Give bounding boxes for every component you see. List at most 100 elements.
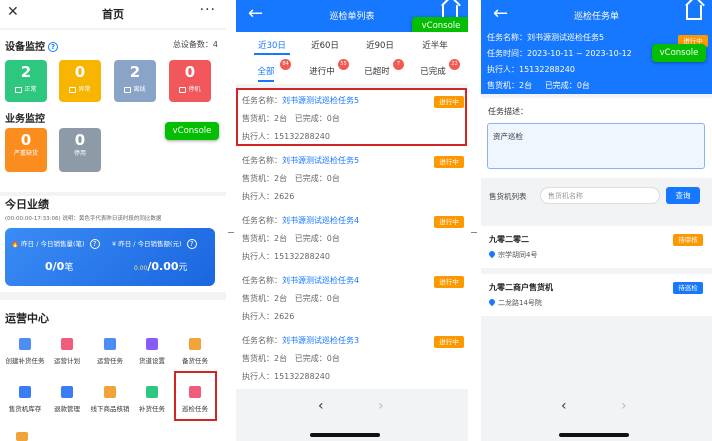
highlight-box [236,88,467,146]
prev-arrow-icon[interactable]: ‹ [561,398,567,414]
create-task-icon [19,338,31,350]
task-name-row: 任务名称：刘书源测试巡检任务5 [487,32,604,43]
prev-arrow-icon[interactable]: ‹ [318,398,324,414]
task-description-section: 任务描述： 资产巡检 [481,98,712,178]
ops-label: 补货任务 [139,405,165,413]
device-monitor-title: 设备监控? [5,38,58,53]
tab-90-days[interactable]: 近90日 [351,39,409,51]
executor-label: 执行人： [242,252,274,261]
vconsole-button[interactable]: vConsole [165,122,219,140]
task-name: 刘书源测试巡检任务3 [282,336,360,345]
ops-channel-setting[interactable]: 货道设置 [131,338,173,365]
tab-all[interactable]: 全部 84 [237,59,295,77]
machines-value: 2台 [274,294,288,303]
tile-abnormal-label: 异常 [78,86,91,93]
machines-label: 售货机： [242,294,274,303]
executor-value: 2626 [274,192,295,201]
ops-task[interactable]: 运营任务 [89,338,131,365]
next-arrow-icon[interactable]: › [621,398,627,414]
more-icon[interactable]: ··· [200,2,216,18]
tile-disabled-label: 停用 [73,150,86,157]
machine-name: 九零二商户售货机 [489,283,553,292]
machine-item[interactable]: 九零二商户售货机 二龙路14号院 待巡检 [481,274,712,316]
ops-label: 线下商品核销 [90,405,130,413]
replenish-icon [146,386,158,398]
ops-replenish-task[interactable]: 补货任务 [131,386,173,413]
search-button[interactable]: 查询 [666,187,700,204]
tab-half-year[interactable]: 近半年 [406,39,464,51]
status-badge: 待巡检 [673,282,703,294]
task-name-label: 任务名称： [242,156,282,165]
sales-count-value: 0/0笔 [45,260,73,273]
ops-refund[interactable]: 退款管理 [46,386,88,413]
help-icon[interactable]: ? [48,42,58,52]
today-note: (00:00:00-17:33:06) 说明：黄色字代表昨日该时段的同比数据 [5,216,162,222]
help-icon[interactable]: ? [89,239,100,249]
sales-amount-yesterday: 0.00 [134,265,148,272]
tile-normal[interactable]: 2 正常 [5,60,47,102]
machine-search-input[interactable]: 售货机名称 [540,187,660,204]
tab-30-days[interactable]: 近30日 [243,39,301,51]
sales-amount-label: ¥ 昨日 / 今日销售额(元) ? [112,238,197,249]
tab-60-days[interactable]: 近60日 [296,39,354,51]
machine-list-label: 售货机列表 [489,192,527,201]
task-executor-row: 执行人：15132288240 [242,251,330,262]
done-label: 已完成： [294,234,327,243]
business-monitor-title: 业务监控 [5,114,45,125]
ops-stock-task[interactable]: 备货任务 [174,338,216,365]
ops-plan[interactable]: 运营计划 [46,338,88,365]
task-name-row: 任务名称：刘书源测试巡检任务4 [242,215,359,226]
tab-in-progress[interactable]: 进行中 55 [293,59,351,77]
done-value: 0台 [576,81,590,90]
highlight-box [174,371,217,421]
machine-search-bar: 售货机列表 售货机名称 查询 [481,182,712,210]
task-card[interactable]: 任务名称：刘书源测试巡检任务5 进行中 售货机：2台 已完成：0台 执行人：26… [236,149,468,215]
tile-abnormal[interactable]: 0 异常 [59,60,101,102]
machine-address: 二龙路14号院 [487,297,542,308]
tab-overdue[interactable]: 已超时 7 [348,59,406,77]
tab-completed[interactable]: 已完成 22 [404,59,462,77]
executor-value: 15132288240 [274,252,330,261]
machines-label: 售货机： [242,234,274,243]
task-name-label: 任务名称： [487,33,527,42]
task-card[interactable]: 任务名称：刘书源测试巡检任务4 进行中 售货机：2台 已完成：0台 执行人：15… [236,209,468,275]
inspection-detail-panel: ← 巡检任务单 任务名称：刘书源测试巡检任务5 进行中 任务时间：2023-10… [481,0,712,441]
device-total-label: 总设备数： [172,40,213,49]
task-name: 刘书源测试巡检任务4 [282,216,360,225]
task-card[interactable]: 任务名称：刘书源测试巡检任务3 进行中 售货机：2台 已完成：0台 执行人：15… [236,329,468,395]
status-badge: 待审核 [673,234,703,246]
task-executor-row: 执行人：15132288240 [487,64,575,75]
task-icon [104,338,116,350]
help-icon[interactable]: ? [186,239,197,249]
done-value: 0台 [326,234,340,243]
ops-create-replenish[interactable]: 创建补货任务 [4,338,46,365]
next-arrow-icon[interactable]: › [378,398,384,414]
tile-offline[interactable]: 2 离线 [114,60,156,102]
page-title: 首页 [102,8,124,21]
ops-center-title: 运营中心 [5,312,49,325]
home-icon[interactable] [686,5,702,20]
task-description-field[interactable]: 资产巡检 [487,123,705,169]
tile-disabled[interactable]: 0 停用 [59,128,101,172]
task-card[interactable]: 任务名称：刘书源测试巡检任务4 进行中 售货机：2台 已完成：0台 执行人：26… [236,269,468,335]
tile-stopped-label: 停机 [188,86,201,93]
flame-icon: 🔥 [11,240,20,248]
machine-item[interactable]: 九零二零二 宗学胡同4号 待审核 [481,226,712,268]
ops-offline-verify[interactable]: 线下商品核销 [89,386,131,413]
ops-label: 货道设置 [139,357,165,365]
filter-tabs: 近30日 近60日 近90日 近半年 全部 84 进行中 55 已超时 7 已完成 22 [236,32,468,84]
tile-stopped[interactable]: 0 停机 [169,60,211,102]
plan-icon [61,338,73,350]
machines-value: 2台 [274,234,288,243]
home-header: ✕ 首页 ··· [0,0,226,28]
location-pin-icon [487,249,497,259]
machines-label: 售货机： [242,174,274,183]
done-label: 已完成： [294,354,327,363]
today-title: 今日业绩 [5,198,49,211]
tile-out-of-stock[interactable]: 0 严重缺货 [5,128,47,172]
currency-icon: ¥ [112,240,117,248]
vconsole-button[interactable]: vConsole [652,44,706,62]
ops-machine-inventory[interactable]: 售货机库存 [4,386,46,413]
home-panel: ✕ 首页 ··· 设备监控? 总设备数：4 2 正常 0 异常 2 离线 0 停机 业务… [0,0,226,441]
detail-header: ← 巡检任务单 [481,0,712,32]
